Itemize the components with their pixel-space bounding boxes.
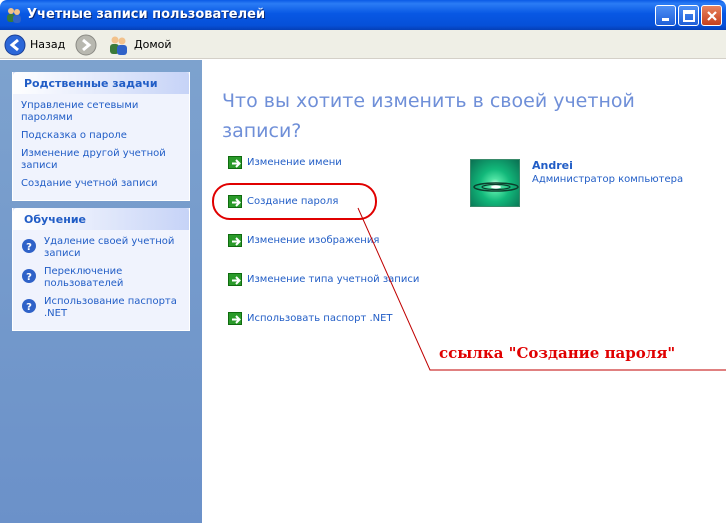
help-icon: ? <box>22 269 36 283</box>
action-create-password[interactable]: Создание пароля <box>228 195 338 208</box>
users-home-icon <box>110 36 127 55</box>
related-tasks-header[interactable]: Родственные задачи <box>13 72 189 94</box>
svg-text:?: ? <box>26 302 32 313</box>
related-link-change-other-account[interactable]: Изменение другой учетной записи <box>21 148 181 172</box>
svg-text:?: ? <box>26 242 32 253</box>
green-arrow-icon <box>228 234 242 247</box>
action-change-account-type[interactable]: Изменение типа учетной записи <box>228 273 419 286</box>
user-avatar[interactable] <box>470 159 520 207</box>
action-change-picture[interactable]: Изменение изображения <box>228 234 379 247</box>
close-button[interactable] <box>701 5 722 26</box>
back-arrow-icon <box>4 34 26 55</box>
annotation-label: ссылка "Создание пароля" <box>439 344 676 362</box>
task-pane: Родственные задачи Управление сетевыми п… <box>0 60 202 523</box>
learn-box: Обучение ? Удаление своей учетной записи… <box>12 208 190 331</box>
users-icon <box>7 8 21 23</box>
learn-item-delete-account[interactable]: ? Удаление своей учетной записи <box>21 236 181 260</box>
action-net-passport[interactable]: Использовать паспорт .NET <box>228 312 393 325</box>
green-arrow-icon <box>228 312 242 325</box>
back-label: Назад <box>30 38 66 51</box>
learn-item-label: Использование паспорта .NET <box>44 296 177 319</box>
forward-button[interactable] <box>75 33 97 56</box>
action-label: Изменение изображения <box>247 235 380 246</box>
avatar-droplet-icon <box>473 182 519 192</box>
title-bar[interactable]: Учетные записи пользователей <box>0 0 726 30</box>
learn-item-net-passport[interactable]: ? Использование паспорта .NET <box>21 296 181 320</box>
close-icon <box>707 11 717 21</box>
action-label: Использовать паспорт .NET <box>247 313 393 324</box>
page-title: Что вы хотите изменить в своей учетной з… <box>222 90 635 142</box>
help-icon: ? <box>22 239 36 253</box>
learn-header[interactable]: Обучение <box>13 208 189 230</box>
learn-item-label: Удаление своей учетной записи <box>44 236 175 259</box>
related-link-create-account[interactable]: Создание учетной записи <box>21 178 181 190</box>
toolbar: Назад Домой <box>0 30 726 59</box>
action-change-name[interactable]: Изменение имени <box>228 156 342 169</box>
minimize-button[interactable] <box>655 5 676 26</box>
user-name: Andrei <box>532 159 573 172</box>
green-arrow-icon <box>228 195 242 208</box>
maximize-icon <box>683 10 695 22</box>
forward-arrow-icon <box>75 34 97 55</box>
maximize-button[interactable] <box>678 5 699 26</box>
back-button[interactable]: Назад <box>4 33 65 56</box>
related-link-password-hint[interactable]: Подсказка о пароле <box>21 130 181 142</box>
home-label: Домой <box>134 38 172 51</box>
window-title: Учетные записи пользователей <box>27 7 266 22</box>
related-link-network-passwords[interactable]: Управление сетевыми паролями <box>21 100 181 124</box>
learn-item-label: Переключение пользователей <box>44 266 124 289</box>
green-arrow-icon <box>228 273 242 286</box>
related-tasks-box: Родственные задачи Управление сетевыми п… <box>12 72 190 201</box>
home-button[interactable]: Домой <box>108 33 172 56</box>
action-label: Изменение типа учетной записи <box>247 274 420 285</box>
action-label: Создание пароля <box>247 196 339 207</box>
help-icon: ? <box>22 299 36 313</box>
learn-item-switch-users[interactable]: ? Переключение пользователей <box>21 266 181 290</box>
minimize-icon <box>662 18 669 21</box>
svg-text:?: ? <box>26 272 32 283</box>
green-arrow-icon <box>228 156 242 169</box>
action-label: Изменение имени <box>247 157 342 168</box>
user-role: Администратор компьютера <box>532 174 684 185</box>
main-content: Что вы хотите изменить в своей учетной з… <box>202 60 726 523</box>
